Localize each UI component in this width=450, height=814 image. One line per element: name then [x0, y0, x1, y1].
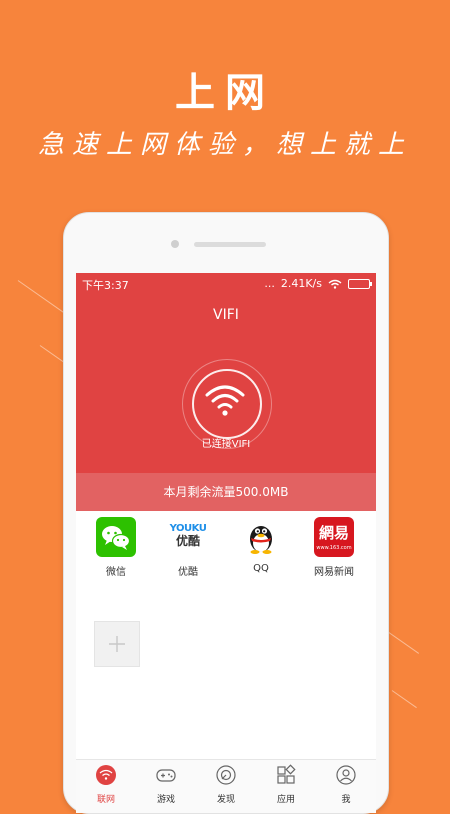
- connection-status: 已连接VIFI: [201, 439, 251, 450]
- status-time: 下午3:37: [82, 279, 129, 292]
- decorative-line: [391, 690, 417, 709]
- netease-logo-sub: www.163.com: [316, 545, 352, 551]
- netease-news-icon: 網易 www.163.com: [314, 517, 354, 557]
- app-netease-news[interactable]: 網易 www.163.com 网易新闻: [304, 517, 364, 578]
- youku-icon: YOUKU 优酷: [168, 517, 208, 557]
- youku-logo-sub: 优酷: [175, 534, 200, 548]
- tab-label: 联网: [96, 795, 115, 805]
- netease-logo-text: 網易: [318, 524, 349, 542]
- promo-title: 上网: [175, 70, 275, 116]
- status-right: ... 2.41K/s: [264, 277, 372, 290]
- qq-penguin-icon: [241, 517, 281, 557]
- tab-network[interactable]: 联网: [76, 760, 136, 813]
- app-wechat[interactable]: 微信: [86, 517, 146, 578]
- battery-icon: [348, 278, 372, 289]
- promo-subtitle: 急速上网体验，想上就上: [37, 130, 412, 160]
- signal-dots: ...: [264, 277, 275, 290]
- bottom-tab-bar: 联网 游戏 发现 应用 我: [76, 759, 376, 813]
- tab-games[interactable]: 游戏: [136, 760, 196, 813]
- tab-me[interactable]: 我: [316, 760, 376, 813]
- decorative-line: [39, 345, 65, 364]
- hero-title: VIFI: [213, 307, 239, 323]
- user-icon: [336, 765, 356, 785]
- app-label: 网易新闻: [314, 567, 354, 578]
- app-qq[interactable]: QQ: [231, 517, 291, 574]
- app-label: 微信: [106, 567, 126, 578]
- wifi-icon: [205, 385, 245, 416]
- phone-camera: [171, 240, 179, 248]
- youku-logo-text: YOUKU: [169, 523, 207, 534]
- wifi-signal-icon: [328, 279, 342, 289]
- status-bar: 下午3:37 ... 2.41K/s: [76, 273, 376, 295]
- network-speed: 2.41K/s: [280, 277, 322, 290]
- wechat-icon: [96, 517, 136, 557]
- add-app-button[interactable]: [94, 621, 140, 667]
- app-label: 优酷: [178, 567, 198, 578]
- decorative-line: [385, 630, 420, 654]
- app-youku[interactable]: YOUKU 优酷 优酷: [158, 517, 218, 578]
- tab-label: 发现: [216, 795, 235, 805]
- compass-icon: [216, 765, 236, 785]
- app-label: QQ: [253, 563, 269, 574]
- data-quota-banner: 本月剩余流量500.0MB: [76, 473, 376, 511]
- tab-discover[interactable]: 发现: [196, 760, 256, 813]
- hero-panel: 下午3:37 ... 2.41K/s VIFI 已连接VIFI 本月剩余流量50…: [76, 273, 376, 511]
- tab-label: 应用: [276, 795, 295, 805]
- tab-label: 我: [341, 795, 351, 805]
- plus-icon: [109, 636, 125, 652]
- tab-label: 游戏: [156, 795, 175, 805]
- phone-frame: 下午3:37 ... 2.41K/s VIFI 已连接VIFI 本月剩余流量50…: [63, 212, 389, 814]
- phone-screen: 下午3:37 ... 2.41K/s VIFI 已连接VIFI 本月剩余流量50…: [76, 273, 376, 813]
- phone-speaker: [194, 242, 266, 247]
- apps-grid-icon: [277, 764, 296, 784]
- decorative-line: [17, 280, 68, 316]
- wifi-icon: [96, 765, 116, 785]
- gamepad-icon: [156, 769, 176, 782]
- tab-apps[interactable]: 应用: [256, 760, 316, 813]
